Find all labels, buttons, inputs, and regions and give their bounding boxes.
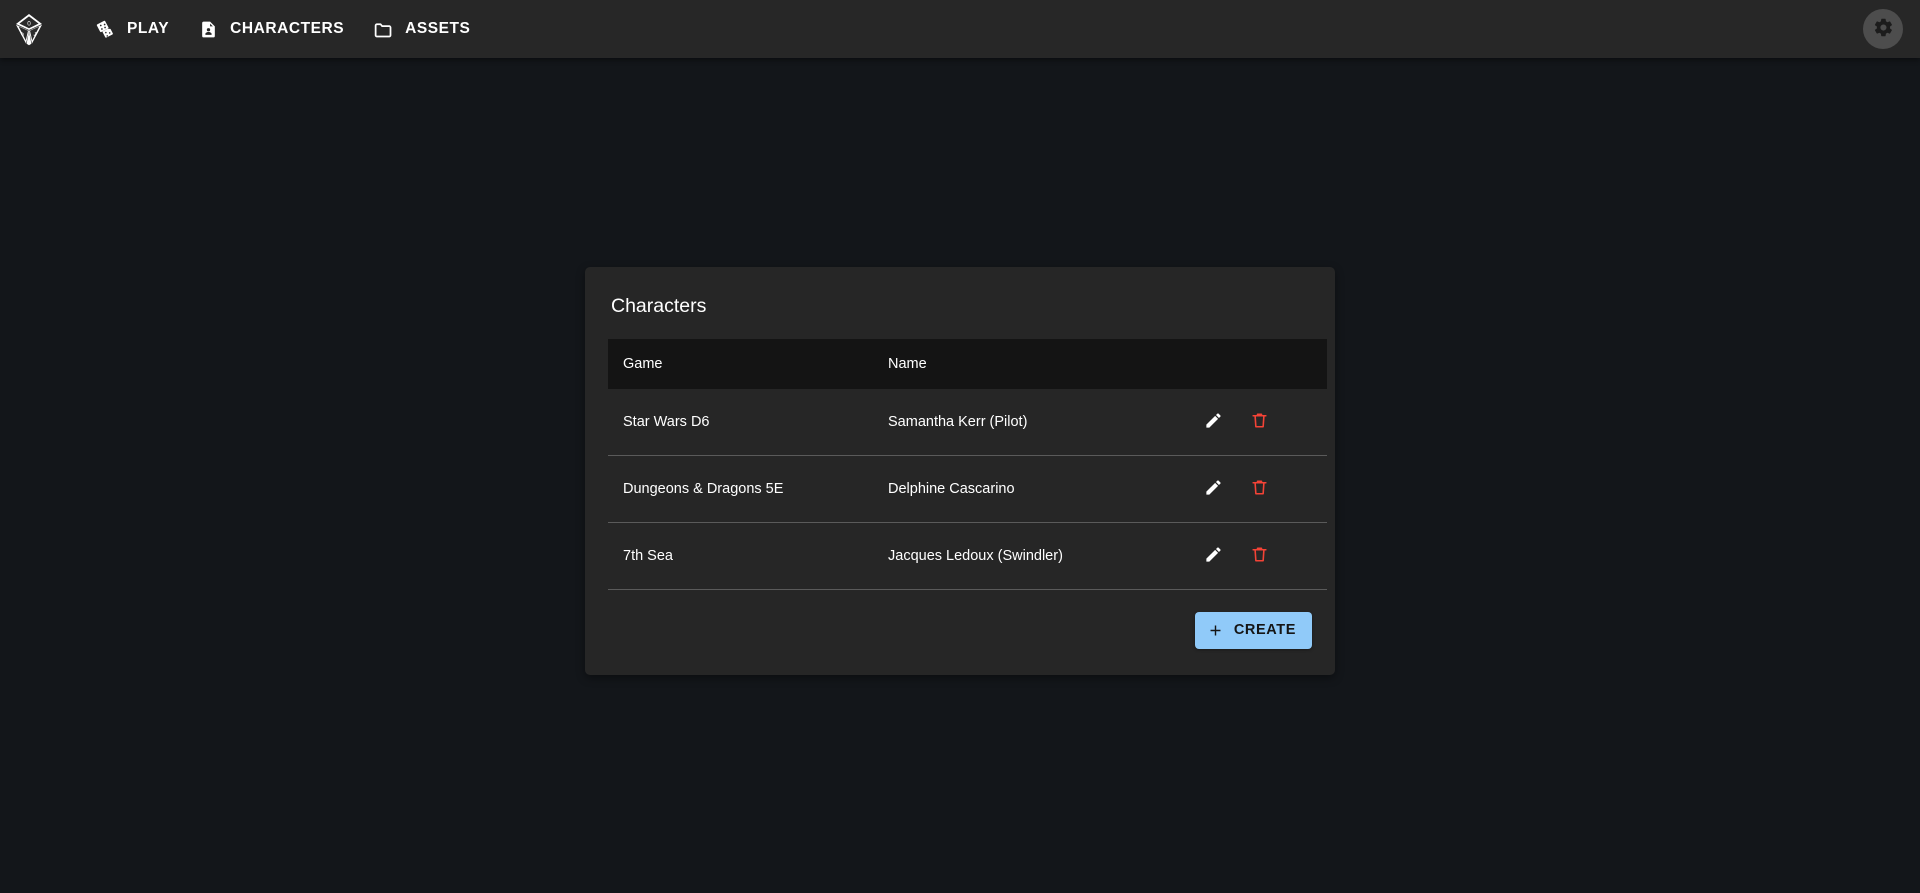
- nav-links: PLAY CHARACTERS ASSETS: [80, 0, 484, 58]
- nav-item-play[interactable]: PLAY: [80, 0, 183, 58]
- column-header-actions: [1188, 339, 1327, 389]
- settings-button[interactable]: [1863, 9, 1903, 49]
- table-row[interactable]: Star Wars D6 Samantha Kerr (Pilot): [608, 388, 1327, 456]
- pencil-icon: [1204, 411, 1223, 433]
- table-body: Star Wars D6 Samantha Kerr (Pilot) Dunge…: [608, 388, 1327, 590]
- delete-character-button[interactable]: [1248, 545, 1270, 567]
- nav-item-label: CHARACTERS: [230, 20, 345, 38]
- nav-item-characters[interactable]: CHARACTERS: [183, 0, 358, 58]
- page-title: Characters: [611, 295, 707, 317]
- plus-icon: [1207, 621, 1225, 639]
- delete-character-button[interactable]: [1248, 478, 1270, 500]
- pencil-icon: [1204, 545, 1223, 567]
- cell-name: Samantha Kerr (Pilot): [888, 388, 1188, 456]
- dice-icon: [94, 18, 116, 40]
- column-header-game: Game: [623, 355, 663, 372]
- top-navbar: 0 6 1 PLAY CHARACTERS ASSETS: [0, 0, 1920, 58]
- table-head: Game Name: [608, 338, 1327, 389]
- row-actions: [1188, 478, 1327, 500]
- folder-icon: [372, 18, 394, 40]
- characters-card: Characters Game Name Star Wars D6 Samant…: [585, 267, 1335, 675]
- table-header-row: Game Name: [608, 338, 1327, 389]
- nav-item-label: PLAY: [127, 20, 170, 38]
- d10-die-icon: 0 6 1: [12, 12, 46, 46]
- edit-character-button[interactable]: [1202, 411, 1224, 433]
- page-body: Characters Game Name Star Wars D6 Samant…: [0, 58, 1920, 893]
- cell-actions: [1188, 455, 1327, 523]
- cell-game: 7th Sea: [608, 522, 888, 590]
- trash-icon: [1250, 545, 1269, 567]
- row-actions: [1188, 545, 1327, 567]
- characters-table: Game Name Star Wars D6 Samantha Kerr (Pi…: [608, 338, 1327, 590]
- cell-actions: [1188, 522, 1327, 590]
- create-character-button[interactable]: CREATE: [1194, 611, 1312, 649]
- character-sheet-icon: [197, 18, 219, 40]
- svg-text:0: 0: [27, 20, 31, 27]
- app-logo[interactable]: 0 6 1: [0, 0, 58, 58]
- row-actions: [1188, 411, 1327, 433]
- trash-icon: [1250, 411, 1269, 433]
- edit-character-button[interactable]: [1202, 478, 1224, 500]
- cell-game: Star Wars D6: [608, 388, 888, 456]
- table-row[interactable]: Dungeons & Dragons 5E Delphine Cascarino: [608, 455, 1327, 523]
- nav-item-label: ASSETS: [405, 20, 471, 38]
- cell-game: Dungeons & Dragons 5E: [608, 455, 888, 523]
- table-row[interactable]: 7th Sea Jacques Ledoux (Swindler): [608, 522, 1327, 590]
- cell-name: Delphine Cascarino: [888, 455, 1188, 523]
- create-button-label: CREATE: [1233, 622, 1296, 638]
- gear-icon: [1873, 17, 1894, 41]
- cell-name: Jacques Ledoux (Swindler): [888, 522, 1188, 590]
- nav-item-assets[interactable]: ASSETS: [358, 0, 484, 58]
- column-header-name: Name: [888, 355, 927, 372]
- edit-character-button[interactable]: [1202, 545, 1224, 567]
- cell-actions: [1188, 388, 1327, 456]
- card-footer: CREATE: [585, 590, 1335, 675]
- pencil-icon: [1204, 478, 1223, 500]
- delete-character-button[interactable]: [1248, 411, 1270, 433]
- trash-icon: [1250, 478, 1269, 500]
